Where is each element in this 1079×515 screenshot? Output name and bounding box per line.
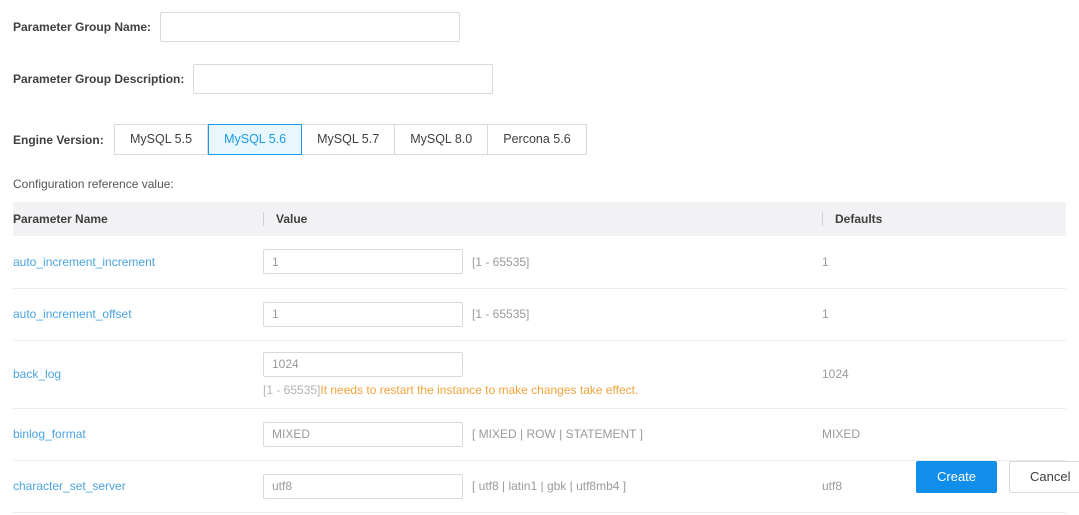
parameter-default-cell: 1	[822, 236, 1066, 289]
action-bar: Create Cancel	[916, 461, 1079, 493]
parameter-value-cell: [1 - 65535]It needs to restart the insta…	[263, 340, 822, 409]
table-row: back_log [1 - 65535]It needs to restart t…	[13, 340, 1066, 409]
parameter-name-link[interactable]: auto_increment_increment	[13, 255, 155, 269]
parameter-default-value: MIXED	[822, 427, 861, 441]
engine-version-tab-group: MySQL 5.5 MySQL 5.6 MySQL 5.7 MySQL 8.0 Perc…	[114, 124, 587, 155]
parameter-value-input[interactable]	[263, 351, 463, 377]
parameter-range-hint: [1 - 65535]	[263, 382, 321, 397]
parameter-group-name-row: Parameter Group Name:	[13, 12, 460, 42]
column-header-parameter-name-text: Parameter Name	[13, 212, 108, 226]
parameter-value-input[interactable]	[263, 473, 463, 499]
parameter-name-cell: auto_increment_offset	[13, 288, 263, 341]
engine-version-row: Engine Version: MySQL 5.5 MySQL 5.6 MySQL …	[13, 124, 587, 155]
parameter-group-description-row: Parameter Group Description:	[13, 64, 493, 94]
parameter-default-cell: MIXED	[822, 408, 1066, 461]
parameter-name-cell: back_log	[13, 340, 263, 409]
parameter-group-name-label: Parameter Group Name:	[13, 20, 152, 34]
parameter-value-input[interactable]	[263, 249, 463, 275]
table-row: auto_increment_offset [1 - 65535] 1	[13, 288, 1066, 341]
parameter-value-cell: [ MIXED | ROW | STATEMENT ]	[263, 408, 822, 461]
parameter-group-description-label: Parameter Group Description:	[13, 72, 185, 86]
parameter-value-wrapper	[263, 351, 822, 377]
configuration-reference-caption: Configuration reference value:	[13, 177, 174, 191]
parameter-value-stack: [1 - 65535]It needs to restart the insta…	[263, 351, 822, 397]
column-header-defaults-text: Defaults	[822, 212, 1066, 226]
parameter-default-cell: 1024	[822, 340, 1066, 409]
table-row: character_set_server [ utf8 | latin1 | gb…	[13, 460, 1066, 513]
parameter-name-cell: character_set_server	[13, 460, 263, 513]
parameter-value-wrapper: [ utf8 | latin1 | gbk | utf8mb4 ]	[263, 473, 822, 499]
parameter-table: Parameter Name Value Defaults auto_incre…	[13, 202, 1066, 513]
parameter-name-cell: auto_increment_increment	[13, 236, 263, 289]
parameter-value-wrapper: [ MIXED | ROW | STATEMENT ]	[263, 421, 822, 447]
parameter-restart-warning: It needs to restart the instance to make…	[320, 382, 639, 397]
parameter-group-description-input[interactable]	[193, 64, 493, 94]
parameter-name-link[interactable]: auto_increment_offset	[13, 307, 132, 321]
parameter-value-input[interactable]	[263, 421, 463, 447]
engine-version-tab-mysql-5-7[interactable]: MySQL 5.7	[302, 124, 396, 155]
parameter-name-cell: binlog_format	[13, 408, 263, 461]
table-row: binlog_format [ MIXED | ROW | STATEMENT ]…	[13, 408, 1066, 461]
parameter-default-value: 1024	[822, 367, 849, 381]
engine-version-tab-mysql-5-6[interactable]: MySQL 5.6	[208, 124, 303, 155]
parameter-default-value: 1	[822, 254, 829, 269]
parameter-value-input[interactable]	[263, 301, 463, 327]
parameter-range-hint: [1 - 65535]	[472, 254, 530, 269]
engine-version-tab-mysql-5-5[interactable]: MySQL 5.5	[114, 124, 209, 155]
parameter-default-cell: 1	[822, 288, 1066, 341]
parameter-table-body: auto_increment_increment[1 - 65535]1auto…	[13, 236, 1066, 513]
parameter-default-value: 1	[822, 307, 829, 321]
parameter-hint-line: [1 - 65535]It needs to restart the insta…	[263, 383, 822, 397]
parameter-name-link[interactable]: character_set_server	[13, 479, 126, 493]
engine-version-tab-mysql-8-0[interactable]: MySQL 8.0	[395, 124, 489, 155]
engine-version-label: Engine Version:	[13, 132, 104, 147]
parameter-value-wrapper: [1 - 65535]	[263, 301, 822, 327]
parameter-range-hint: [ MIXED | ROW | STATEMENT ]	[472, 427, 643, 441]
parameter-group-name-input[interactable]	[160, 12, 460, 42]
column-header-value: Value	[263, 202, 822, 236]
parameter-name-link[interactable]: binlog_format	[13, 427, 86, 441]
parameter-name-link[interactable]: back_log	[13, 367, 61, 381]
table-row: auto_increment_increment [1 - 65535] 1	[13, 236, 1066, 289]
column-header-parameter-name: Parameter Name	[13, 202, 263, 236]
column-header-value-text: Value	[263, 212, 822, 226]
parameter-value-wrapper: [1 - 65535]	[263, 249, 822, 275]
parameter-range-hint: [1 - 65535]	[472, 307, 530, 321]
parameter-default-value: utf8	[822, 479, 843, 493]
engine-version-tab-percona-5-6[interactable]: Percona 5.6	[488, 124, 587, 155]
table-header-row: Parameter Name Value Defaults	[13, 202, 1066, 236]
parameter-value-cell: [ utf8 | latin1 | gbk | utf8mb4 ]	[263, 460, 822, 513]
parameter-range-hint: [ utf8 | latin1 | gbk | utf8mb4 ]	[472, 479, 627, 493]
create-button[interactable]: Create	[916, 461, 998, 493]
column-header-defaults: Defaults	[822, 202, 1066, 236]
parameter-value-cell: [1 - 65535]	[263, 288, 822, 341]
parameter-table-head: Parameter Name Value Defaults	[13, 202, 1066, 236]
parameter-value-cell: [1 - 65535]	[263, 236, 822, 289]
cancel-button[interactable]: Cancel	[1009, 461, 1079, 493]
